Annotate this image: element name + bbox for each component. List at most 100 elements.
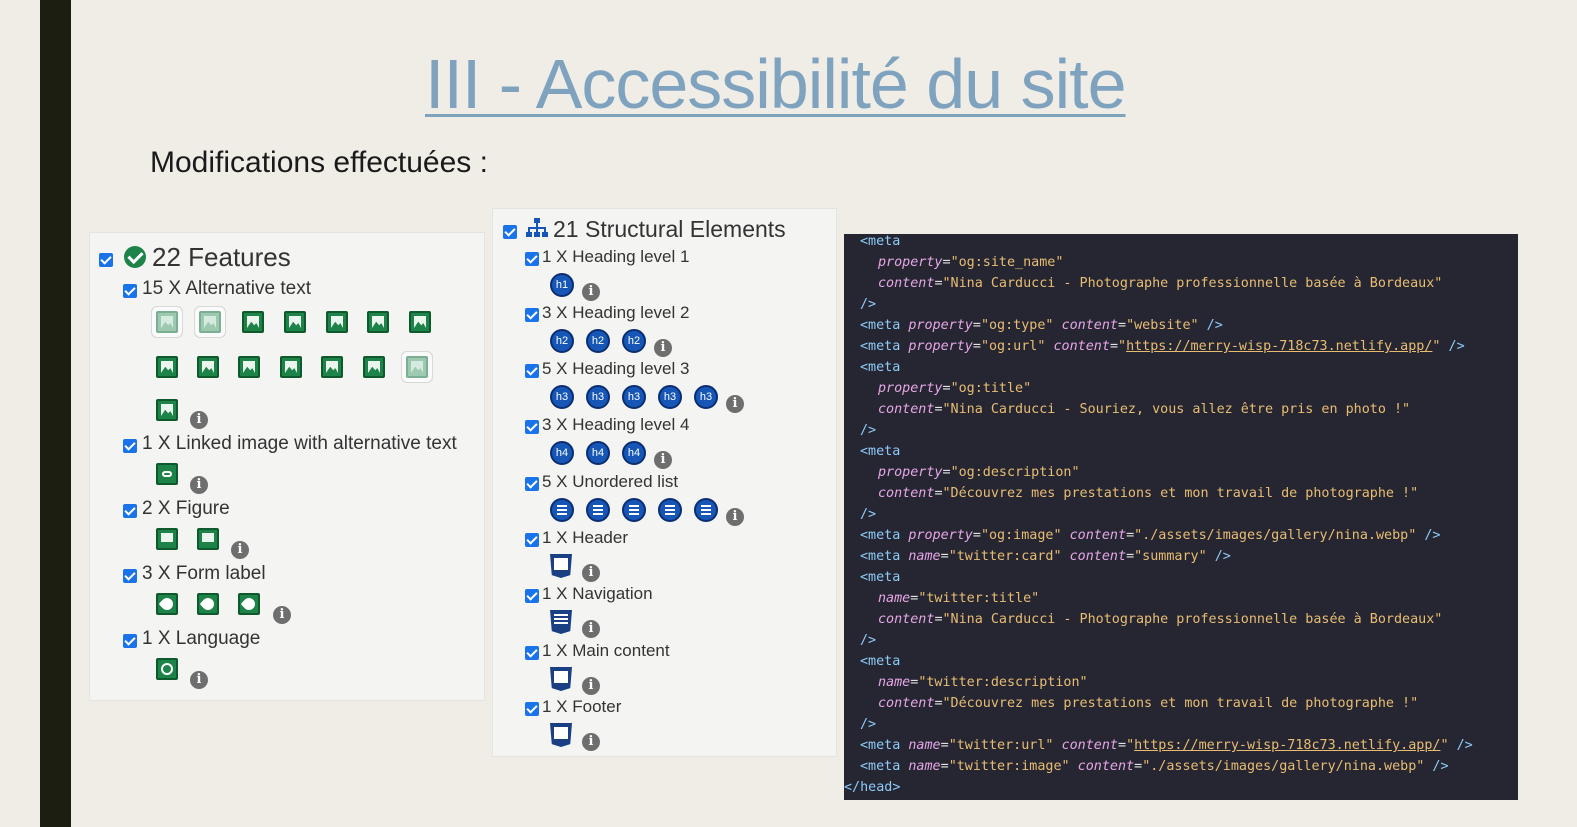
alt-image-icon[interactable] <box>326 311 348 333</box>
alt-image-icon[interactable] <box>156 356 178 378</box>
code-token: "Nina Carducci - Souriez, vous allez êtr… <box>942 402 1411 417</box>
code-token[interactable]: https://merry-wisp-718c73.netlify.app/ <box>1134 738 1440 753</box>
navigation-checkbox[interactable] <box>525 589 539 603</box>
heading3-icon[interactable]: h3 <box>658 385 682 409</box>
info-icon[interactable]: i <box>273 606 291 624</box>
info-icon[interactable]: i <box>190 671 208 689</box>
navigation-landmark-icon[interactable] <box>550 610 572 634</box>
heading1-icon[interactable]: h1 <box>550 273 574 297</box>
heading3-icon[interactable]: h3 <box>550 385 574 409</box>
code-token[interactable]: https://merry-wisp-718c73.netlify.app/ <box>1126 339 1432 354</box>
info-icon[interactable]: i <box>582 733 600 751</box>
heading1-label: 1 X Heading level 1 <box>542 247 690 266</box>
alt-image-icon[interactable] <box>238 356 260 378</box>
alt-image-icon[interactable] <box>321 356 343 378</box>
info-icon[interactable]: i <box>726 395 744 413</box>
tag-icon[interactable] <box>197 593 219 615</box>
code-token: "twitter:card" <box>948 549 1062 564</box>
code-token: = <box>1118 738 1127 753</box>
info-icon[interactable]: i <box>231 541 249 559</box>
heading2-icon[interactable]: h2 <box>622 329 646 353</box>
header-checkbox[interactable] <box>525 533 539 547</box>
info-icon[interactable]: i <box>190 411 208 429</box>
code-token: = <box>972 339 981 354</box>
tag-icon[interactable] <box>156 593 178 615</box>
structure-checkbox[interactable] <box>503 225 517 239</box>
code-token: = <box>934 402 943 417</box>
heading4-icon[interactable]: h4 <box>622 441 646 465</box>
figure-icon[interactable] <box>156 528 178 550</box>
heading3-checkbox[interactable] <box>525 364 539 378</box>
code-token: "twitter:url" <box>948 738 1054 753</box>
list-icon[interactable] <box>586 498 610 522</box>
main-content-checkbox[interactable] <box>525 646 539 660</box>
header-landmark-icon[interactable] <box>550 554 572 578</box>
form-label-label: 3 X Form label <box>142 563 266 584</box>
unordered-list-checkbox[interactable] <box>525 477 539 491</box>
heading2-checkbox[interactable] <box>525 308 539 322</box>
tag-icon[interactable] <box>238 593 260 615</box>
alt-text-label: 15 X Alternative text <box>142 278 311 299</box>
heading1-checkbox[interactable] <box>525 252 539 266</box>
heading4-icon[interactable]: h4 <box>550 441 574 465</box>
code-line: <meta <box>860 360 900 375</box>
alt-text-checkbox[interactable] <box>123 284 137 298</box>
code-token: = <box>1109 339 1118 354</box>
list-icon[interactable] <box>550 498 574 522</box>
code-token: "og:type" <box>980 318 1054 333</box>
code-token: property <box>878 255 943 270</box>
info-icon[interactable]: i <box>654 451 672 469</box>
list-icon[interactable] <box>694 498 718 522</box>
features-title: 22 Features <box>152 242 291 272</box>
heading3-icon[interactable]: h3 <box>586 385 610 409</box>
linked-image-checkbox[interactable] <box>123 439 137 453</box>
alt-image-icon[interactable] <box>406 356 428 378</box>
alt-image-icon[interactable] <box>242 311 264 333</box>
info-icon[interactable]: i <box>582 283 600 301</box>
info-icon[interactable]: i <box>726 508 744 526</box>
alt-image-icon[interactable] <box>197 356 219 378</box>
main-landmark-icon[interactable] <box>550 667 572 691</box>
heading4-icon[interactable]: h4 <box>586 441 610 465</box>
code-token: "./assets/images/gallery/nina.webp" <box>1142 759 1425 774</box>
code-line: <meta <box>860 654 900 669</box>
info-icon[interactable]: i <box>582 677 600 695</box>
heading2-icon[interactable]: h2 <box>550 329 574 353</box>
code-token: /> <box>860 507 877 522</box>
list-icon[interactable] <box>658 498 682 522</box>
code-token: name <box>908 738 941 753</box>
figure-icon[interactable] <box>197 528 219 550</box>
alt-image-icon[interactable] <box>284 311 306 333</box>
alt-image-icon[interactable] <box>280 356 302 378</box>
alt-image-icon[interactable] <box>156 311 178 333</box>
info-icon[interactable]: i <box>582 620 600 638</box>
heading3-icon[interactable]: h3 <box>694 385 718 409</box>
info-icon[interactable]: i <box>654 339 672 357</box>
info-icon[interactable]: i <box>190 476 208 494</box>
code-line: </head> <box>844 780 900 795</box>
alt-image-icon[interactable] <box>367 311 389 333</box>
form-label-checkbox[interactable] <box>123 569 137 583</box>
code-token: content <box>878 402 935 417</box>
code-token: " <box>1440 738 1449 753</box>
alt-image-icon[interactable] <box>409 311 431 333</box>
info-icon[interactable]: i <box>582 564 600 582</box>
globe-icon[interactable] <box>156 658 178 680</box>
heading3-icon[interactable]: h3 <box>622 385 646 409</box>
alt-image-icon[interactable] <box>199 311 221 333</box>
code-token: /> <box>860 297 877 312</box>
structure-title: 21 Structural Elements <box>553 216 786 242</box>
alt-image-icon[interactable] <box>156 399 178 421</box>
code-token: = <box>942 255 951 270</box>
linked-image-icon[interactable] <box>156 463 178 485</box>
language-checkbox[interactable] <box>123 634 137 648</box>
alt-image-icon[interactable] <box>363 356 385 378</box>
code-token: "Découvrez mes prestations et mon travai… <box>942 696 1419 711</box>
footer-checkbox[interactable] <box>525 702 539 716</box>
heading4-checkbox[interactable] <box>525 420 539 434</box>
features-checkbox[interactable] <box>99 253 113 267</box>
heading2-icon[interactable]: h2 <box>586 329 610 353</box>
figure-checkbox[interactable] <box>123 504 137 518</box>
list-icon[interactable] <box>622 498 646 522</box>
footer-landmark-icon[interactable] <box>550 723 572 747</box>
